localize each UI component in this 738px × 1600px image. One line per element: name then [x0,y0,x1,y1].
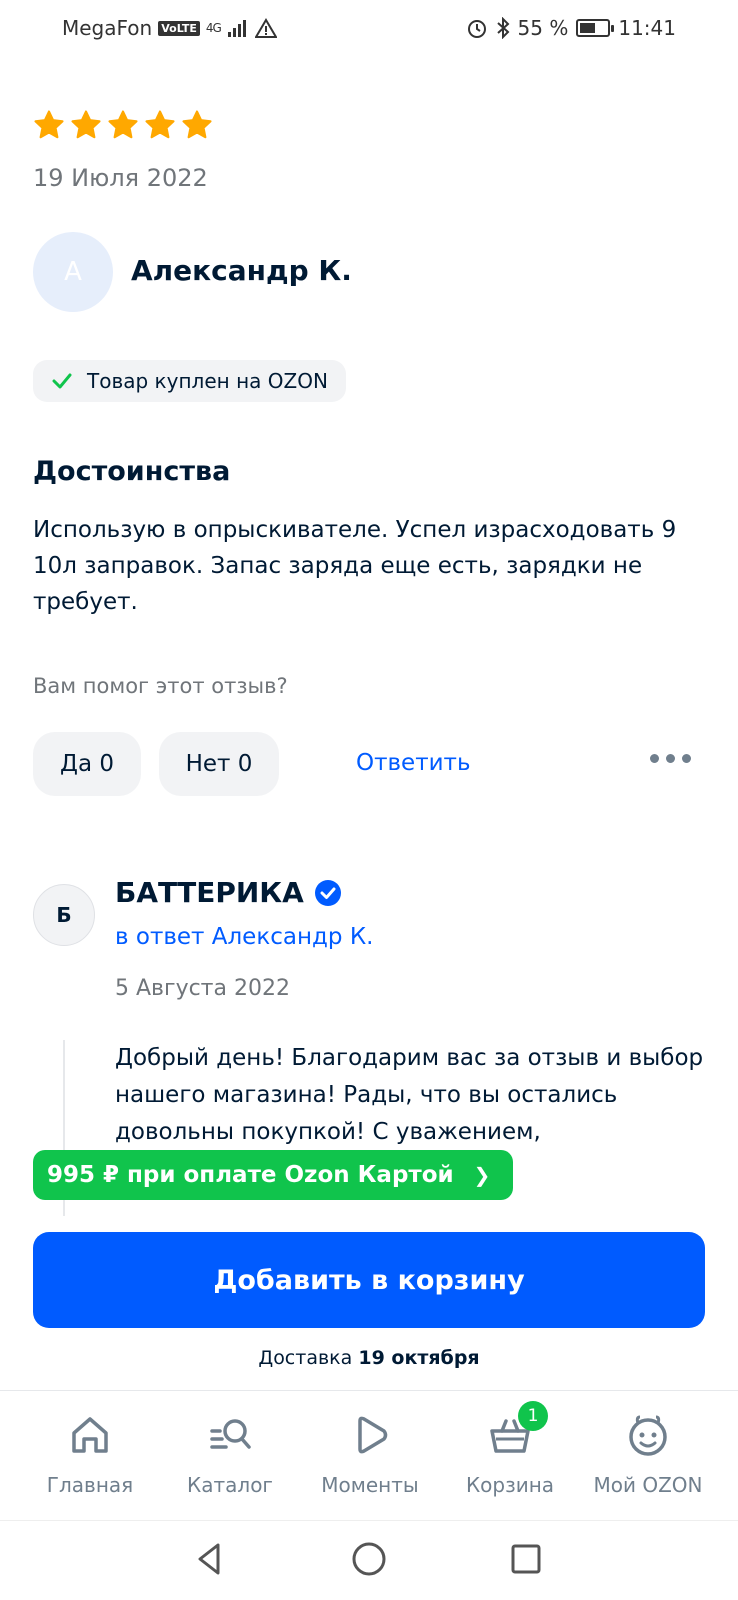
yes-label: Да 0 [59,751,114,777]
section-text: Использую в опрыскивателе. Успел израсхо… [33,517,677,615]
tab-label: Корзина [465,1473,555,1497]
reply-to-link[interactable]: в ответ Александр К. [115,924,373,950]
add-to-cart-label: Добавить в корзину [213,1264,525,1296]
seller-reply-date: 5 Августа 2022 [115,976,290,1001]
clock: 11:41 [618,16,676,40]
signal-icon [227,20,246,37]
delivery-prefix: Доставка [258,1347,353,1369]
status-bar: MegaFon VoLTE 4G 55 % 11:41 [0,0,738,56]
volte-badge: VoLTE [158,20,200,36]
section-title: Достоинства [33,456,231,487]
tab-label: Моменты [321,1473,419,1497]
no-label: Нет 0 [185,751,253,777]
tab-catalog[interactable]: Каталог [160,1411,300,1497]
seller-avatar: Б [33,884,95,946]
seller-initial: Б [56,903,72,927]
tab-label: Каталог [187,1473,273,1497]
status-right: 55 % 11:41 [466,16,676,40]
alarm-icon [467,20,486,38]
review-date: 19 Июля 2022 [33,164,208,192]
seller-name: БАТТЕРИКА [115,876,304,909]
review-author: Александр К. [131,254,352,287]
ozon-card-promo[interactable]: 995 ₽ при оплате Ozon Картой ❯ [33,1150,513,1200]
avatar-initial: А [64,257,82,287]
tab-home[interactable]: Главная [20,1411,160,1497]
tab-label: Главная [46,1473,134,1497]
carrier-label: MegaFon [62,16,153,40]
yes-button[interactable]: Да 0 [33,732,141,796]
delivery-info: Доставка 19 октября [0,1347,738,1369]
status-left: MegaFon VoLTE 4G [62,16,277,40]
star-icon [71,110,101,139]
rating-stars [32,108,214,142]
delivery-date: 19 октября [358,1347,480,1369]
no-button[interactable]: Нет 0 [159,732,279,796]
tab-moments[interactable]: Моменты [300,1411,440,1497]
add-to-cart-button[interactable]: Добавить в корзину [33,1232,705,1328]
home-circle-icon[interactable] [349,1539,389,1579]
cart-badge: 1 [518,1401,548,1431]
verified-badge-icon [314,879,341,906]
recents-icon[interactable] [506,1539,546,1579]
home-icon [72,1417,108,1453]
system-nav-bar [0,1520,738,1600]
tab-cart[interactable]: 1 Корзина [440,1401,580,1497]
seller-name-row: БАТТЕРИКА [115,876,342,909]
check-icon [52,373,72,389]
tab-profile[interactable]: Мой OZON [578,1411,718,1497]
seller-reply-text: Добрый день! Благодарим вас за отзыв и в… [115,1045,704,1145]
profile-icon [629,1415,667,1456]
avatar: А [33,232,113,312]
verified-purchase-chip: Товар куплен на OZON [33,360,346,402]
warning-icon [254,18,277,38]
network-label: 4G [205,21,222,35]
reply-button[interactable]: Ответить [356,750,471,776]
battery-icon [576,19,615,37]
chip-label: Товар куплен на OZON [87,369,328,393]
more-options-icon[interactable] [650,754,691,763]
moments-icon [358,1416,388,1454]
back-icon[interactable] [190,1539,230,1579]
star-icon [34,110,64,139]
catalog-icon [210,1419,251,1449]
tab-label: Мой OZON [593,1473,703,1497]
battery-percent: 55 % [517,16,569,40]
promo-label: 995 ₽ при оплате Ozon Картой [47,1162,454,1188]
bottom-tab-bar: Главная Каталог Моменты 1 Корзина Мой OZ… [0,1390,738,1520]
star-icon [145,110,175,139]
star-icon [182,110,212,139]
chevron-right-icon: ❯ [473,1163,491,1187]
helpful-question: Вам помог этот отзыв? [33,674,288,698]
bluetooth-icon [496,17,509,39]
star-icon [108,110,138,139]
